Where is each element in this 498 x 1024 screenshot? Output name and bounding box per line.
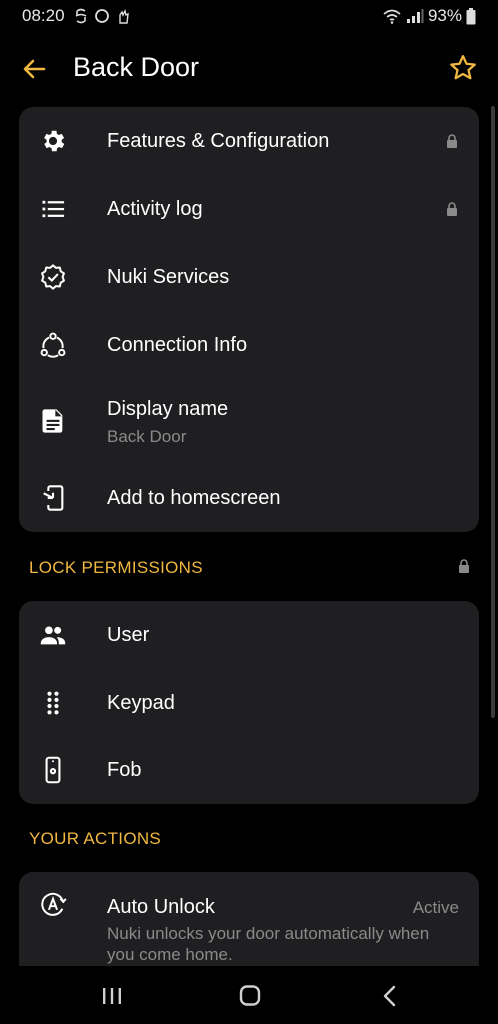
permission-item-label: User (107, 624, 150, 646)
action-item-description: Nuki unlocks your door automatically whe… (107, 924, 430, 964)
lock-icon (447, 202, 457, 216)
status-bar: 08:20 93% (0, 0, 498, 32)
status-notification-icons (74, 7, 130, 25)
gear-icon (44, 130, 65, 152)
menu-item-nuki-services[interactable]: Nuki Services (19, 243, 479, 311)
star-outline-icon (450, 55, 476, 80)
connection-nodes-icon (40, 332, 66, 358)
status-right: 93% (382, 6, 476, 26)
hand-icon (119, 8, 129, 24)
home-icon (239, 985, 261, 1006)
menu-item-activity-log[interactable]: Activity log (19, 175, 479, 243)
status-time: 08:20 (22, 6, 65, 25)
permission-item-label: Fob (107, 759, 142, 781)
system-navigation-bar (0, 966, 498, 1024)
menu-item-label: Add to homescreen (107, 487, 281, 509)
auto-unlock-icon (41, 892, 67, 916)
section-header-your-actions: YOUR ACTIONS (29, 829, 162, 848)
circle-status-icon (95, 9, 109, 23)
document-icon (42, 409, 63, 433)
chevron-left-icon (383, 985, 396, 1007)
menu-item-sublabel: Back Door (107, 427, 187, 446)
favorite-button[interactable] (448, 53, 478, 83)
lock-icon (459, 559, 469, 573)
recents-icon (103, 988, 121, 1004)
menu-item-features-configuration[interactable]: Features & Configuration (19, 107, 479, 175)
menu-item-label: Nuki Services (107, 266, 230, 288)
device-menu-card: Features & Configuration Activity log Nu… (19, 107, 479, 532)
lock-permissions-card: User Keypad Fob (19, 601, 479, 804)
back-nav-button[interactable] (375, 982, 405, 1010)
section-header-lock-permissions: LOCK PERMISSIONS (29, 558, 203, 577)
add-to-homescreen-icon (43, 485, 64, 511)
people-icon (40, 626, 66, 645)
lock-icon (447, 134, 457, 148)
page-title: Back Door (73, 52, 200, 82)
permission-item-fob[interactable]: Fob (19, 737, 479, 804)
recents-button[interactable] (97, 982, 127, 1010)
permission-item-user[interactable]: User (19, 601, 479, 669)
permission-item-label: Keypad (107, 692, 175, 714)
fob-icon (45, 756, 61, 784)
menu-item-display-name[interactable]: Display name Back Door (19, 379, 479, 463)
menu-item-connection-info[interactable]: Connection Info (19, 311, 479, 379)
app-bar: Back Door (0, 40, 498, 98)
menu-item-label: Features & Configuration (107, 130, 330, 152)
keypad-icon (47, 691, 59, 715)
action-item-label: Auto Unlock (107, 896, 215, 918)
home-button[interactable] (235, 982, 265, 1010)
list-icon (42, 200, 65, 218)
menu-item-add-to-homescreen[interactable]: Add to homescreen (19, 463, 479, 532)
menu-item-label: Activity log (107, 198, 203, 220)
scrollbar[interactable] (491, 106, 495, 718)
menu-item-label: Display name (107, 398, 229, 420)
battery-percent: 93% (427, 6, 462, 25)
battery-icon (466, 7, 476, 24)
menu-item-label: Connection Info (107, 334, 248, 356)
signal-icon (406, 9, 424, 23)
back-button[interactable] (20, 54, 50, 84)
wifi-icon (383, 9, 401, 24)
arrow-left-icon (23, 59, 46, 79)
sync-icon (75, 8, 87, 24)
action-item-status: Active (412, 898, 459, 917)
verified-badge-icon (41, 264, 65, 290)
permission-item-keypad[interactable]: Keypad (19, 669, 479, 737)
